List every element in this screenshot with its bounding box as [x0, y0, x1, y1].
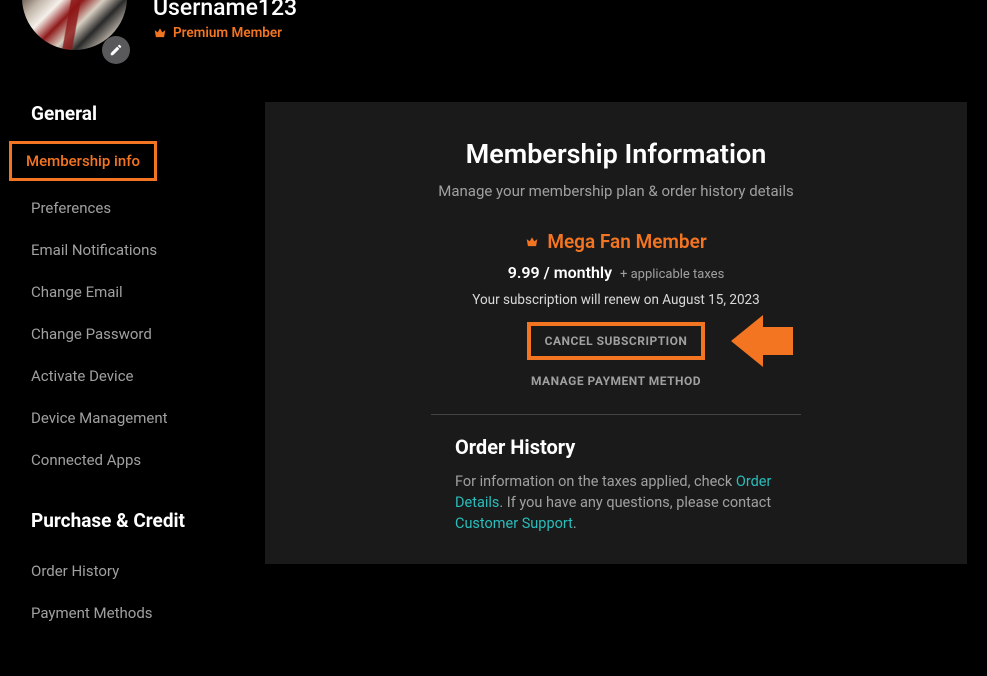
pencil-icon: [109, 43, 123, 57]
crown-icon: [525, 235, 539, 249]
page-subtitle: Manage your membership plan & order hist…: [265, 182, 967, 200]
renewal-text: Your subscription will renew on August 1…: [265, 292, 967, 308]
price-line: 9.99 / monthly + applicable taxes: [265, 263, 967, 282]
tax-note: + applicable taxes: [620, 267, 724, 282]
main-content: Membership Information Manage your membe…: [265, 102, 967, 634]
membership-card: Membership Information Manage your membe…: [265, 102, 967, 564]
callout-arrow-icon: [731, 315, 763, 367]
profile-header: Username123 Premium Member: [0, 0, 987, 72]
sidebar: General Membership info Preferences Emai…: [0, 72, 255, 634]
sidebar-item-membership-info[interactable]: Membership info: [9, 141, 157, 181]
cancel-subscription-button[interactable]: CANCEL SUBSCRIPTION: [527, 322, 706, 360]
order-history-title: Order History: [455, 435, 777, 459]
sidebar-item-email-notifications[interactable]: Email Notifications: [31, 229, 157, 271]
edit-avatar-button[interactable]: [102, 36, 130, 64]
sidebar-item-change-email[interactable]: Change Email: [31, 271, 123, 313]
order-history-text: For information on the taxes applied, ch…: [455, 471, 777, 534]
sidebar-section-purchase: Purchase & Credit: [31, 509, 255, 532]
manage-payment-link[interactable]: MANAGE PAYMENT METHOD: [265, 374, 967, 388]
crown-icon: [153, 26, 167, 40]
membership-tier: Mega Fan Member: [547, 230, 706, 253]
page-title: Membership Information: [265, 138, 967, 170]
sidebar-item-connected-apps[interactable]: Connected Apps: [31, 439, 141, 481]
order-text-part: . If you have any questions, please cont…: [499, 494, 771, 511]
sidebar-item-activate-device[interactable]: Activate Device: [31, 355, 134, 397]
order-text-part: .: [573, 515, 577, 532]
customer-support-link[interactable]: Customer Support: [455, 515, 573, 532]
order-text-part: For information on the taxes applied, ch…: [455, 473, 736, 490]
price: 9.99 / monthly: [508, 263, 612, 282]
divider: [431, 414, 801, 415]
premium-label: Premium Member: [173, 25, 282, 41]
sidebar-item-device-management[interactable]: Device Management: [31, 397, 168, 439]
sidebar-item-payment-methods[interactable]: Payment Methods: [31, 592, 153, 634]
sidebar-section-general: General: [31, 102, 255, 125]
sidebar-item-order-history[interactable]: Order History: [31, 550, 119, 592]
sidebar-item-preferences[interactable]: Preferences: [31, 187, 111, 229]
sidebar-item-change-password[interactable]: Change Password: [31, 313, 152, 355]
username: Username123: [153, 0, 297, 21]
